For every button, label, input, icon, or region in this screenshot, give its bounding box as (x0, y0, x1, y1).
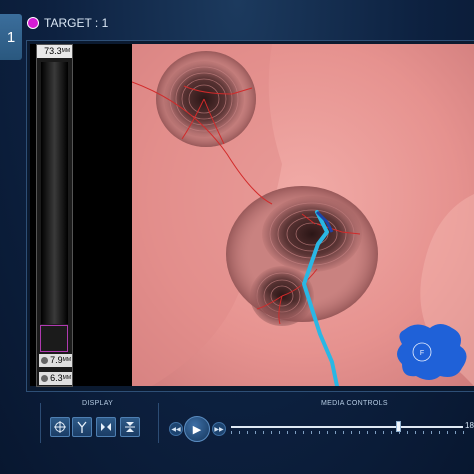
branch-icon (77, 421, 87, 433)
frame-slider-thumb[interactable] (396, 421, 402, 432)
slider-tick (247, 431, 248, 434)
slider-tick (431, 431, 432, 434)
reading-dot-icon (41, 375, 48, 382)
slider-tick (383, 431, 384, 434)
fast-forward-icon: ▶▶ (214, 426, 224, 433)
display-collapse-vertical-button[interactable] (120, 417, 140, 437)
play-button[interactable]: ▶ (184, 416, 210, 442)
reading-1-unit: MM (62, 357, 71, 363)
slider-tick (423, 431, 424, 434)
slider-tick (463, 431, 464, 434)
slider-tick (343, 431, 344, 434)
reading-2-value: 6.3 (50, 373, 63, 383)
orientation-badge-icon (397, 324, 467, 380)
rewind-icon: ◀◀ (171, 426, 181, 433)
reading-2-unit: MM (62, 375, 71, 381)
display-branch-button[interactable] (72, 417, 92, 437)
display-group-label: DISPLAY (82, 400, 114, 407)
display-collapse-horizontal-button[interactable] (96, 417, 116, 437)
slider-tick (439, 431, 440, 434)
slider-tick (415, 431, 416, 434)
step-number: 1 (6, 28, 16, 46)
slider-tick (447, 431, 448, 434)
collapse-vertical-icon (125, 422, 135, 432)
gauge-max-number: 73.3 (44, 46, 62, 56)
slider-tick (327, 431, 328, 434)
gauge-reading-2: 6.3MM (39, 372, 72, 385)
badge-letter: F (420, 350, 424, 357)
gauge-reading-1: 7.9MM (39, 354, 72, 367)
slider-tick (367, 431, 368, 434)
target-selector[interactable]: TARGET : 1 (27, 13, 147, 33)
slider-tick (255, 431, 256, 434)
media-group-label: MEDIA CONTROLS (321, 400, 388, 407)
airway-rendering: F (132, 44, 474, 386)
frame-slider[interactable] (231, 426, 463, 428)
reading-1-value: 7.9 (50, 355, 63, 365)
slider-tick (239, 431, 240, 434)
slider-tick (335, 431, 336, 434)
slider-tick (311, 431, 312, 434)
step-tab[interactable]: 1 (0, 14, 22, 60)
slider-tick (303, 431, 304, 434)
target-color-dot (27, 17, 39, 29)
gauge-max-value: 73.3MM (37, 45, 72, 58)
slider-tick (319, 431, 320, 434)
gauge-target-marker (40, 325, 68, 352)
endoscopic-view[interactable]: F (132, 44, 474, 386)
slider-tick (279, 431, 280, 434)
toolbar-separator (40, 403, 41, 443)
slider-tick (455, 431, 456, 434)
slider-tick (287, 431, 288, 434)
slider-tick (359, 431, 360, 434)
crosshair-icon (54, 421, 66, 433)
distance-gauge-panel: 73.3MM 7.9MM 6.3MM (30, 44, 132, 387)
target-label: TARGET : 1 (44, 16, 109, 30)
distance-gauge: 73.3MM 7.9MM 6.3MM (36, 44, 73, 387)
display-crosshair-button[interactable] (50, 417, 70, 437)
gauge-well (41, 62, 68, 324)
rewind-button[interactable]: ◀◀ (169, 422, 183, 436)
reading-dot-icon (41, 357, 48, 364)
gauge-max-unit: MM (61, 48, 70, 54)
slider-tick (351, 431, 352, 434)
slider-tick (295, 431, 296, 434)
slider-tick (407, 431, 408, 434)
frame-number: 18 (465, 421, 474, 430)
slider-tick (391, 431, 392, 434)
toolbar-separator (158, 403, 159, 443)
slider-tick (375, 431, 376, 434)
fast-forward-button[interactable]: ▶▶ (212, 422, 226, 436)
slider-tick (263, 431, 264, 434)
slider-tick (271, 431, 272, 434)
play-icon: ▶ (192, 423, 202, 436)
collapse-horizontal-icon (101, 423, 111, 431)
slider-tick (231, 431, 232, 434)
